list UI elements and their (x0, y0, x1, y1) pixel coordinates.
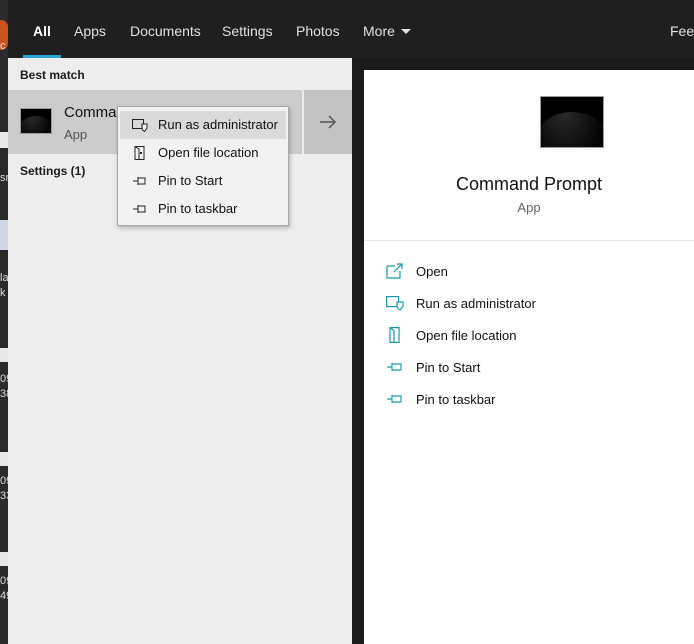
chevron-down-icon (400, 29, 411, 34)
action-label: Open file location (416, 328, 517, 343)
shield-icon (132, 119, 148, 132)
file-location-icon (134, 146, 145, 160)
desktop-thumbnail (0, 348, 8, 362)
tab-label: Apps (74, 23, 106, 39)
desktop-background: c sn la k 09 38 09 33 09 49 (0, 0, 8, 644)
context-pin-to-start[interactable]: Pin to Start (120, 167, 286, 195)
context-pin-to-taskbar[interactable]: Pin to taskbar (120, 195, 286, 223)
action-label: Run as administrator (416, 296, 536, 311)
desktop-text-fragment: 09 (0, 475, 8, 487)
best-match-heading: Best match (20, 68, 85, 82)
desktop-text-fragment: la (0, 272, 8, 284)
shield-icon (386, 296, 404, 311)
tab-more[interactable]: More (363, 0, 411, 58)
desktop-thumbnail (0, 452, 8, 466)
desktop-text-fragment: 33 (0, 490, 8, 502)
action-label: Pin to Start (416, 360, 481, 375)
open-preview-button[interactable] (304, 90, 352, 154)
desktop-thumbnail (0, 220, 8, 250)
desktop-text-fragment: 38 (0, 388, 8, 400)
tab-photos[interactable]: Photos (296, 0, 340, 58)
tab-label: Settings (222, 23, 273, 39)
feedback-label: Feed (670, 23, 694, 39)
context-run-as-admin[interactable]: Run as administrator (120, 111, 286, 139)
command-prompt-large-icon (540, 96, 604, 148)
open-icon (386, 263, 403, 279)
context-item-label: Run as administrator (158, 117, 278, 132)
desktop-text-fragment: sn (0, 172, 8, 184)
context-item-label: Open file location (158, 145, 259, 160)
context-item-label: Pin to Start (158, 173, 223, 188)
preview-app-type: App (517, 200, 541, 215)
context-item-label: Pin to taskbar (158, 201, 238, 216)
divider (364, 240, 694, 241)
action-label: Open (416, 264, 448, 279)
context-menu: Run as administrator Open file location … (117, 106, 289, 226)
desktop-text-fragment: 09 (0, 575, 8, 587)
tab-label: More (363, 23, 395, 39)
desktop-thumbnail (0, 552, 8, 566)
pin-icon (387, 395, 402, 403)
pin-icon (133, 177, 146, 185)
pin-icon (133, 205, 146, 213)
file-location-icon (389, 327, 400, 343)
desktop-text-fragment: 49 (0, 590, 8, 602)
tab-settings[interactable]: Settings (222, 0, 273, 58)
tab-label: All (33, 23, 51, 39)
result-subtitle: App (64, 127, 88, 142)
desktop-thumbnail (0, 132, 8, 148)
tab-apps[interactable]: Apps (74, 0, 106, 58)
tab-all[interactable]: All (23, 0, 61, 58)
context-open-file-location[interactable]: Open file location (120, 139, 286, 167)
tab-documents[interactable]: Documents (130, 0, 201, 58)
preview-pane: Command Prompt App Open Run as administr… (364, 70, 694, 644)
action-label: Pin to taskbar (416, 392, 496, 407)
tab-label: Photos (296, 23, 340, 39)
settings-heading: Settings (1) (20, 164, 86, 178)
feedback-button[interactable]: Feed (670, 0, 694, 58)
command-prompt-icon (20, 108, 52, 134)
desktop-text-fragment: k (0, 287, 6, 299)
result-title: Comma (64, 104, 117, 121)
arrow-right-icon (320, 115, 337, 129)
search-scope-bar: All Apps Documents Settings Photos More … (8, 0, 694, 58)
desktop-text-fragment: 09 (0, 373, 8, 385)
preview-app-title: Command Prompt (455, 174, 603, 194)
pin-icon (387, 363, 402, 371)
tab-label: Documents (130, 23, 201, 39)
desktop-text-fragment: c (0, 40, 6, 52)
